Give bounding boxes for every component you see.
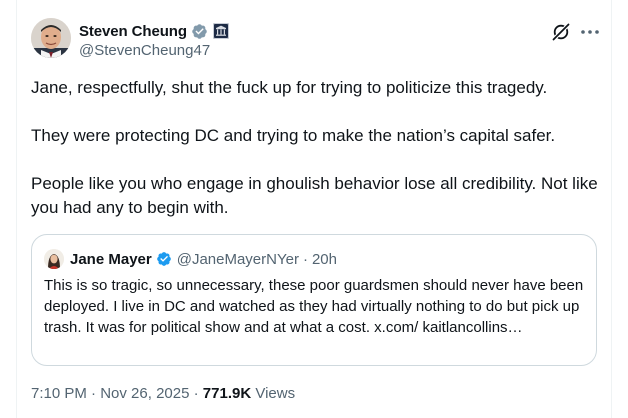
quoted-handle: @JaneMayerNYer [176,250,299,268]
tweet-card: Steven Cheung @StevenCheung47 Jane, resp… [16,0,612,418]
quoted-timestamp: 20h [311,250,337,268]
separator-dot: · [193,385,199,402]
quoted-author-avatar [44,249,64,269]
author-name-row: Steven Cheung [79,20,229,42]
quoted-display-name: Jane Mayer [70,250,152,268]
tweet-paragraph: People like you who engage in ghoulish b… [31,174,598,217]
separator-dot: · [91,385,97,402]
tweet-time[interactable]: 7:10 PM [31,385,87,402]
tweet-paragraph: They were protecting DC and trying to ma… [31,126,556,145]
grok-icon[interactable] [551,22,571,42]
verified-badge-icon [156,251,172,267]
government-affiliation-icon[interactable] [212,23,229,39]
separator-dot: · [302,250,308,268]
tweet-paragraph: Jane, respectfully, shut the fuck up for… [31,78,548,97]
more-options-icon[interactable] [579,22,601,42]
views-label: Views [255,385,296,402]
author-handle[interactable]: @StevenCheung47 [79,42,210,59]
quoted-header: Jane Mayer @JaneMayerNYer · 20h [70,249,337,269]
tweet-date[interactable]: Nov 26, 2025 [100,385,189,402]
views-count[interactable]: 771.9K [203,385,251,402]
tweet-meta: 7:10 PM · Nov 26, 2025 · 771.9K Views [31,385,295,402]
quoted-tweet[interactable]: Jane Mayer @JaneMayerNYer · 20h This is … [31,234,597,366]
tweet-text: Jane, respectfully, shut the fuck up for… [31,76,601,220]
author-avatar[interactable] [31,18,71,58]
author-display-name[interactable]: Steven Cheung [79,23,187,40]
verified-badge-icon [191,23,208,40]
quoted-text: This is so tragic, so unnecessary, these… [44,277,584,336]
